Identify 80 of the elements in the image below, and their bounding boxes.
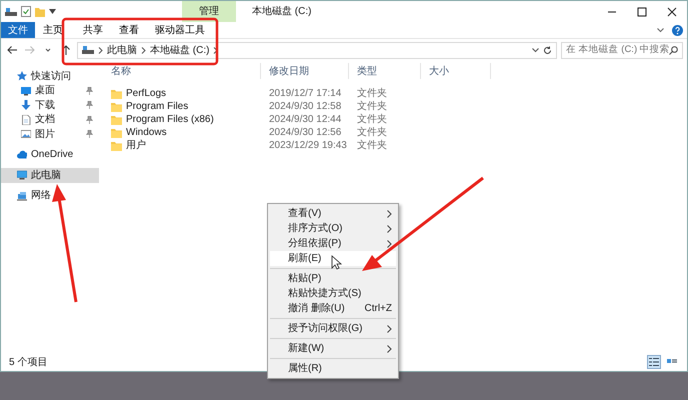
type-cell-text: 文件夹 [356,138,388,153]
folder-icon [111,88,122,98]
ribbon-tab[interactable]: 驱动器工具 [147,22,213,38]
help-icon[interactable] [672,24,683,36]
date-cell-text: 2024/9/30 12:44 [268,113,342,127]
file-name[interactable]: PerfLogs [126,86,166,101]
file-name[interactable]: Program Files [126,99,188,114]
folder-icon [111,128,122,138]
date-cell-text: 2019/12/7 17:14 [268,87,342,101]
type-cell-text: 文件夹 [356,126,388,140]
menu-item[interactable]: 新建(W) [270,341,396,356]
back-arrow-icon[interactable] [7,45,17,55]
details-view-icon [649,357,659,367]
drive-icon [82,45,94,55]
sidebar-item[interactable]: 此电脑 [1,168,99,182]
menu-item[interactable]: 查看(V) [270,206,396,221]
menu-item[interactable]: 分组依据(P) [270,236,396,251]
date-cell-text: 2023/12/29 19:43 [268,139,348,153]
computer-icon [17,170,27,180]
menu-item[interactable]: 粘贴快捷方式(S) [270,286,396,301]
ribbon-tab[interactable]: 共享 [75,22,111,38]
drive-icon [5,6,17,16]
file-name[interactable]: Program Files (x86) [126,112,214,127]
file-tab[interactable]: 文件 [1,22,35,38]
address-bar[interactable]: 此电脑 本地磁盘 (C:) [77,42,557,58]
sidebar-item[interactable]: 图片 [1,127,99,142]
menu-item[interactable]: 排序方式(O) [270,221,396,236]
sidebar-item[interactable]: 桌面 [1,84,99,98]
manage-tab[interactable]: 管理 [182,1,236,22]
type-cell-text: 文件夹 [356,86,388,100]
file-name[interactable]: 用户 [126,138,146,153]
picture-icon [21,129,31,140]
sidebar-item[interactable]: 下载 [1,98,99,112]
chevron-right-icon [213,46,218,54]
sidebar-item[interactable]: 文档 [1,112,99,127]
folder-icon [111,102,122,112]
window-title: 本地磁盘 (C:) [252,4,312,19]
type-cell-text: 文件夹 [356,100,388,114]
expand-ribbon-icon[interactable] [657,28,664,32]
folder-icon [111,114,122,124]
column-header[interactable]: 类型 [349,63,421,79]
star-icon [17,71,27,82]
breadcrumb-link[interactable]: 此电脑 [107,42,137,58]
network-icon [17,190,27,201]
menu-item[interactable]: 授予访问权限(G) [270,321,396,336]
folder-icon [111,140,122,150]
type-cell-text: 文件夹 [356,112,388,126]
menu-item[interactable]: 粘贴(P) [270,271,396,286]
file-name[interactable]: Windows [126,125,167,140]
date-cell-text: 2024/9/30 12:58 [268,100,342,114]
ribbon-tab[interactable]: 主页 [35,22,71,38]
sidebar-item[interactable]: OneDrive [1,148,99,162]
column-header[interactable]: 大小 [421,63,491,79]
properties-icon[interactable] [21,6,31,17]
column-header[interactable]: 修改日期 [261,63,349,79]
dropdown-caret-icon[interactable] [49,9,56,14]
item-count: 5 个项目 [9,356,48,370]
cloud-icon [17,150,27,160]
dropdown-caret-icon[interactable] [532,48,539,52]
chevron-right-icon [141,46,146,54]
menu-item[interactable]: 属性(R) [270,361,396,376]
refresh-icon[interactable] [543,46,552,54]
search-icon [669,46,678,54]
chevron-right-icon [98,46,103,54]
column-header[interactable]: 名称 [103,63,261,79]
desktop-icon [21,86,31,96]
download-arrow-icon [21,100,31,110]
close-icon[interactable] [667,6,677,16]
details-view-button[interactable] [647,355,661,369]
breadcrumb-link[interactable]: 本地磁盘 (C:) [150,42,210,58]
mouse-pointer-icon [332,255,342,270]
sidebar-item[interactable]: 快速访问 [1,69,99,84]
menu-item[interactable]: 撤消 删除(U) Ctrl+Z [270,301,396,316]
menu-item[interactable]: 刷新(E) [270,251,396,266]
sidebar-item[interactable]: 网络 [1,188,99,203]
date-cell-text: 2024/9/30 12:56 [268,126,342,140]
ribbon-tab[interactable]: 查看 [111,22,147,38]
search-field[interactable]: 在 本地磁盘 (C:) 中搜索 [561,42,683,58]
maximize-icon[interactable] [637,6,647,16]
document-icon [21,114,31,125]
